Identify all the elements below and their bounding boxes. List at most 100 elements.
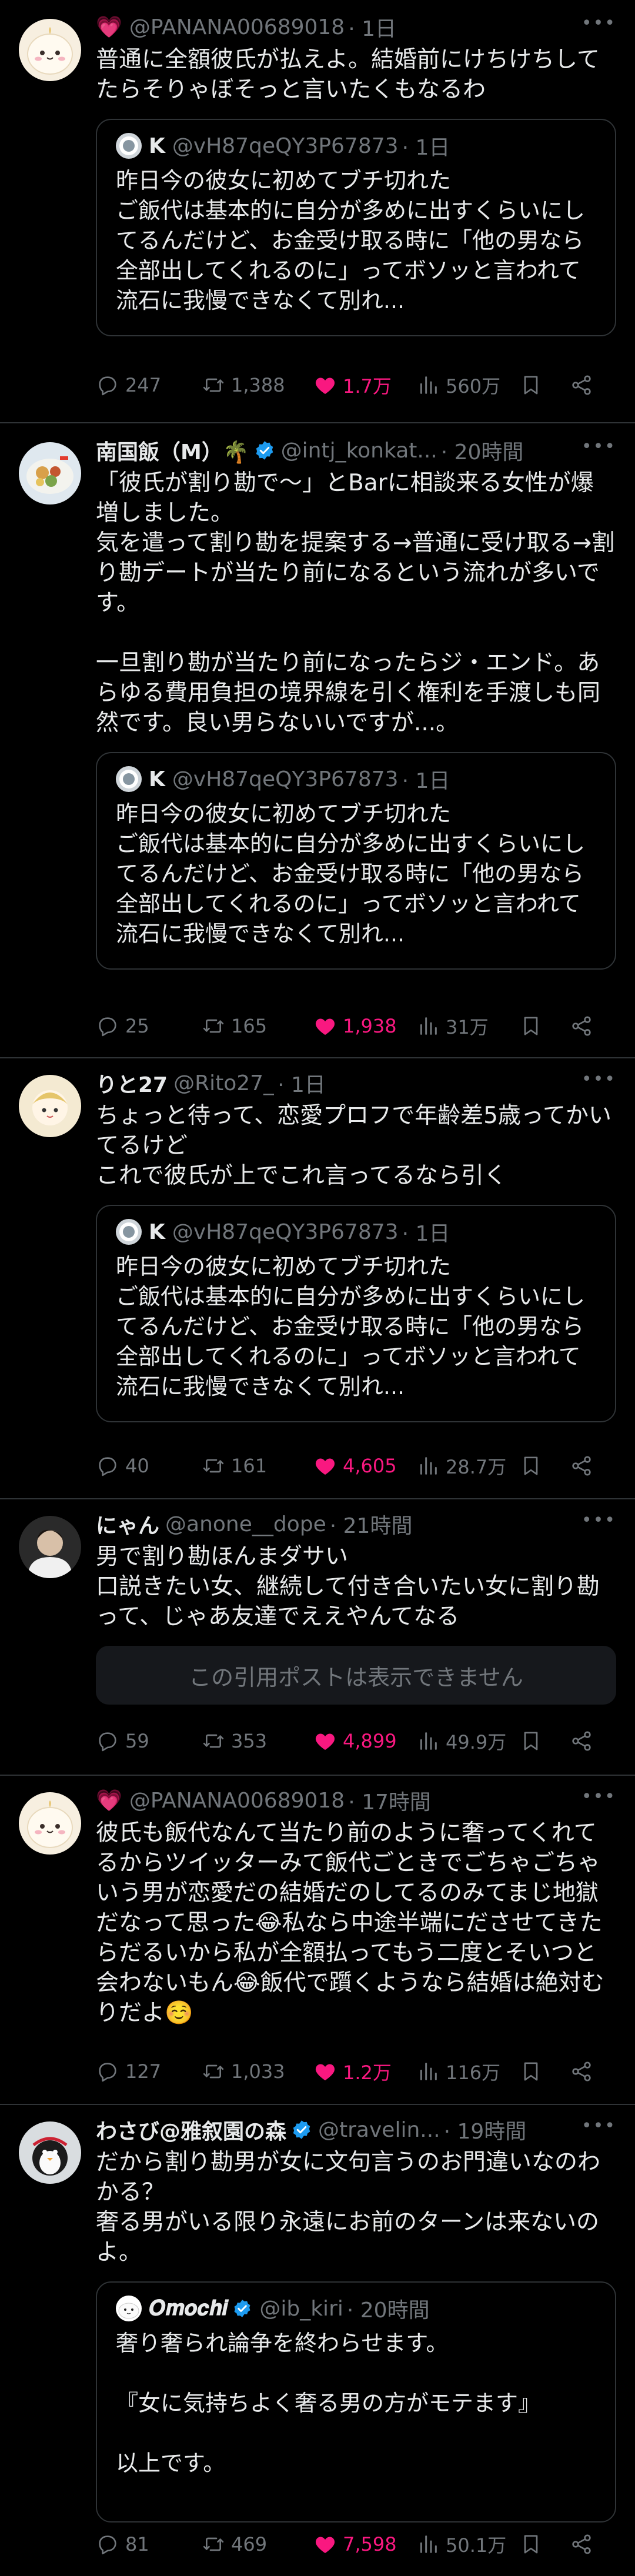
more-options-icon[interactable]: ••• <box>581 1510 616 1531</box>
user-handle[interactable]: @PANANA00689018 <box>129 1789 345 1813</box>
share-icon[interactable] <box>570 373 599 397</box>
quoted-avatar[interactable] <box>116 133 142 159</box>
post-time[interactable]: · 20時間 <box>441 435 524 466</box>
like-count: 1.7万 <box>343 375 392 397</box>
like-button[interactable]: 7,598 <box>313 2532 397 2556</box>
reply-button[interactable]: 81 <box>96 2532 149 2556</box>
display-name[interactable]: 南国飯（M）🌴 <box>96 435 249 466</box>
bookmark-icon[interactable] <box>519 1014 549 1038</box>
quoted-post[interactable]: 𝑶𝒎𝒐𝒄𝒉𝒊 @ib_kiri · 20時間 奢り奢られ論争を終わらせます。 『… <box>96 2281 616 2522</box>
quoted-avatar[interactable] <box>116 2296 142 2321</box>
share-icon[interactable] <box>570 2532 599 2556</box>
quoted-handle: @vH87qeQY3P67873 <box>172 767 399 791</box>
like-button[interactable]: 1,938 <box>313 1014 397 1038</box>
post-text: だから割り勘男が女に文句言うのお門違いなのわかる？ 奢る男がいる限り永遠にお前の… <box>96 2149 601 2266</box>
post-1[interactable]: 💗 @PANANA00689018 · 1日 ••• 普通に全額彼氏が払えよ。結… <box>0 0 635 423</box>
views-button[interactable]: 50.1万 <box>416 2531 506 2558</box>
views-button[interactable]: 49.9万 <box>416 1728 506 1755</box>
repost-button[interactable]: 469 <box>202 2532 267 2556</box>
user-handle[interactable]: @Rito27_ <box>173 1071 274 1095</box>
quoted-post[interactable]: K @vH87qeQY3P67873 · 1日 昨日今の彼女に初めてブチ切れた … <box>96 752 616 970</box>
post-header: にゃん @anone__dope · 21時間 ••• <box>96 1510 616 1538</box>
avatar[interactable] <box>19 1516 81 1578</box>
views-count: 31万 <box>446 1016 489 1038</box>
reply-count: 81 <box>125 2533 149 2555</box>
quoted-time: · 1日 <box>402 136 450 160</box>
reply-button[interactable]: 127 <box>96 2060 161 2083</box>
display-name[interactable]: わさび@雅叙園の森 <box>96 2114 286 2145</box>
views-count: 28.7万 <box>446 1456 507 1478</box>
repost-button[interactable]: 353 <box>202 1729 267 1753</box>
quoted-handle: @ib_kiri <box>259 2296 343 2321</box>
like-count: 1,938 <box>343 1015 397 1037</box>
user-handle[interactable]: @anone__dope <box>165 1512 326 1536</box>
quoted-time: · 1日 <box>402 1222 450 1246</box>
post-6[interactable]: わさび@雅叙園の森 @travelin... · 19時間 ••• だから割り勘… <box>0 2105 635 2576</box>
views-button[interactable]: 31万 <box>416 1013 489 1040</box>
user-handle[interactable]: @travelin... <box>318 2118 440 2142</box>
verified-badge-icon <box>291 2119 312 2140</box>
post-time[interactable]: · 19時間 <box>444 2114 527 2145</box>
user-handle[interactable]: @intj_konkat... <box>281 439 437 463</box>
bookmark-icon[interactable] <box>519 2532 549 2556</box>
repost-button[interactable]: 1,033 <box>202 2060 285 2083</box>
like-button[interactable]: 1.2万 <box>313 2058 392 2085</box>
views-button[interactable]: 560万 <box>416 372 500 399</box>
post-2[interactable]: 南国飯（M）🌴 @intj_konkat... · 20時間 ••• 「彼氏が割… <box>0 423 635 1058</box>
bookmark-icon[interactable] <box>519 373 549 397</box>
post-header: 南国飯（M）🌴 @intj_konkat... · 20時間 ••• <box>96 436 616 465</box>
share-icon[interactable] <box>570 1454 599 1478</box>
avatar[interactable] <box>19 2121 81 2184</box>
reply-button[interactable]: 59 <box>96 1729 149 1753</box>
post-time[interactable]: · 1日 <box>348 12 396 42</box>
repost-button[interactable]: 1,388 <box>202 373 285 397</box>
post-time[interactable]: · 21時間 <box>330 1509 413 1539</box>
quoted-time: · 20時間 <box>346 2298 430 2323</box>
more-options-icon[interactable]: ••• <box>581 13 616 34</box>
bookmark-icon[interactable] <box>519 1454 549 1478</box>
verified-badge-icon <box>254 440 275 461</box>
post-4[interactable]: にゃん @anone__dope · 21時間 ••• 男で割り勘ほんまダサい … <box>0 1499 635 1776</box>
bookmark-icon[interactable] <box>519 1729 549 1753</box>
quoted-avatar[interactable] <box>116 1219 142 1245</box>
reply-button[interactable]: 25 <box>96 1014 149 1038</box>
views-button[interactable]: 28.7万 <box>416 1452 506 1479</box>
like-button[interactable]: 4,899 <box>313 1729 397 1753</box>
display-name[interactable]: にゃん <box>96 1509 159 1539</box>
post-text: 普通に全額彼氏が払えよ。結婚前にけちけちしてたらそりゃぼそっと言いたくもなるわ <box>96 46 600 103</box>
reply-button[interactable]: 247 <box>96 373 161 397</box>
quoted-name: K <box>149 767 165 791</box>
views-count: 560万 <box>446 375 501 397</box>
reply-button[interactable]: 40 <box>96 1454 149 1478</box>
avatar[interactable] <box>19 1792 81 1855</box>
more-options-icon[interactable]: ••• <box>581 1069 616 1090</box>
share-icon[interactable] <box>570 1729 599 1753</box>
user-handle[interactable]: @PANANA00689018 <box>129 15 345 39</box>
post-time[interactable]: · 17時間 <box>348 1785 431 1816</box>
heart-emoji-name: 💗 <box>96 1789 122 1813</box>
reply-count: 25 <box>125 1015 149 1037</box>
repost-button[interactable]: 161 <box>202 1454 267 1478</box>
post-3[interactable]: りと27 @Rito27_ · 1日 ••• ちょっと待って、恋愛プロフで年齢差… <box>0 1058 635 1499</box>
quoted-post[interactable]: K @vH87qeQY3P67873 · 1日 昨日今の彼女に初めてブチ切れた … <box>96 119 616 336</box>
like-count: 4,899 <box>343 1730 397 1752</box>
like-button[interactable]: 4,605 <box>313 1454 397 1478</box>
like-button[interactable]: 1.7万 <box>313 372 392 399</box>
share-icon[interactable] <box>570 2060 599 2083</box>
views-button[interactable]: 116万 <box>416 2058 500 2085</box>
more-options-icon[interactable]: ••• <box>581 1786 616 1807</box>
more-options-icon[interactable]: ••• <box>581 2116 616 2136</box>
quoted-post[interactable]: K @vH87qeQY3P67873 · 1日 昨日今の彼女に初めてブチ切れた … <box>96 1205 616 1422</box>
avatar[interactable] <box>19 19 81 81</box>
repost-button[interactable]: 165 <box>202 1014 267 1038</box>
post-5[interactable]: 💗 @PANANA00689018 · 17時間 ••• 彼氏も飯代なんて当たり… <box>0 1776 635 2105</box>
bookmark-icon[interactable] <box>519 2060 549 2083</box>
avatar[interactable] <box>19 442 81 504</box>
more-options-icon[interactable]: ••• <box>581 436 616 457</box>
display-name[interactable]: りと27 <box>96 1068 168 1098</box>
post-time[interactable]: · 1日 <box>278 1068 326 1098</box>
quoted-avatar[interactable] <box>116 766 142 792</box>
unavailable-quote-notice: この引用ポストは表示できません <box>96 1646 616 1705</box>
share-icon[interactable] <box>570 1014 599 1038</box>
avatar[interactable] <box>19 1075 81 1137</box>
